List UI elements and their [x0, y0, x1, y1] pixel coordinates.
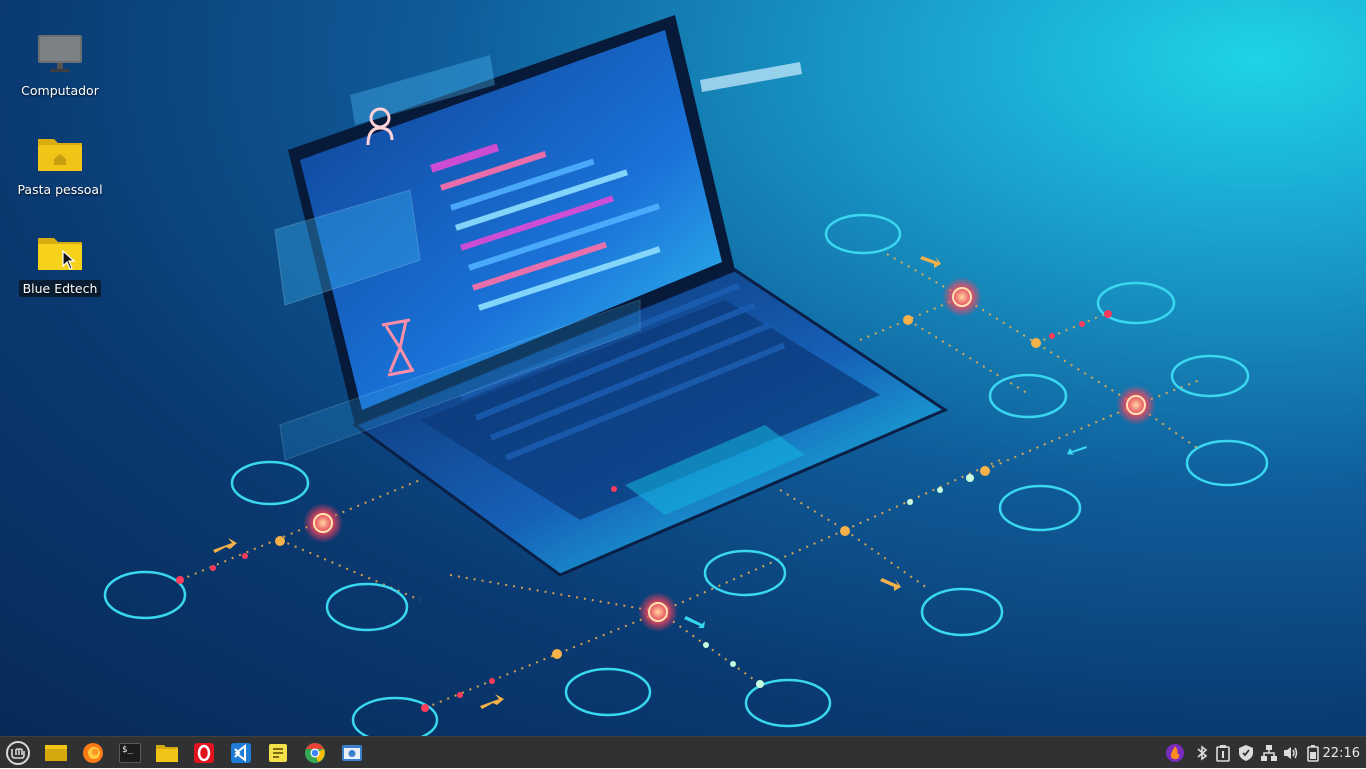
firefox-launcher[interactable]: [79, 740, 107, 766]
terminal-launcher[interactable]: $_: [116, 740, 144, 766]
terminal-icon: $_: [119, 743, 141, 763]
tray-flame-app[interactable]: [1164, 741, 1186, 765]
show-desktop-icon: [45, 745, 67, 761]
desktop-icon-computer[interactable]: Computador: [16, 30, 104, 99]
tray-security[interactable]: [1235, 741, 1257, 765]
file-manager-launcher[interactable]: [153, 740, 181, 766]
mouse-cursor-icon: [62, 250, 76, 270]
tray-volume[interactable]: [1280, 741, 1302, 765]
desktop[interactable]: Computador Pasta pessoal Blue Edtech: [0, 0, 1366, 736]
screenshot-launcher[interactable]: [338, 740, 366, 766]
file-manager-icon: [156, 745, 178, 762]
screenshot-icon: [342, 745, 362, 761]
clipboard-info-icon: [1216, 745, 1230, 762]
tray-clipboard[interactable]: [1212, 741, 1234, 765]
tray-bluetooth[interactable]: [1191, 741, 1213, 765]
menu-button[interactable]: [4, 740, 32, 766]
desktop-icon-label: Pasta pessoal: [17, 182, 103, 197]
clock[interactable]: 22:16: [1323, 737, 1360, 769]
taskbar: $_ 22:16: [0, 736, 1366, 768]
tray-network[interactable]: [1258, 741, 1280, 765]
sticky-notes-launcher[interactable]: [264, 740, 292, 766]
firefox-icon: [83, 743, 103, 763]
show-desktop-button[interactable]: [42, 740, 70, 766]
home-folder-icon: [36, 129, 84, 177]
linux-mint-menu-icon: [6, 741, 30, 765]
network-icon: [1261, 745, 1277, 761]
vscode-launcher[interactable]: [227, 740, 255, 766]
chrome-icon: [305, 743, 325, 763]
battery-icon: [1307, 745, 1319, 762]
chrome-launcher[interactable]: [301, 740, 329, 766]
desktop-icon-label: Blue Edtech: [18, 280, 102, 297]
tray-battery[interactable]: [1302, 741, 1324, 765]
vscode-icon: [231, 743, 251, 763]
wallpaper: [103, 15, 1269, 736]
opera-icon: [194, 743, 214, 763]
shield-icon: [1239, 745, 1253, 761]
opera-launcher[interactable]: [190, 740, 218, 766]
volume-icon: [1284, 747, 1298, 759]
flame-app-icon: [1166, 744, 1184, 762]
desktop-icon-home-folder[interactable]: Pasta pessoal: [16, 129, 104, 198]
folder-icon: [36, 228, 84, 276]
monitor-icon: [36, 30, 84, 78]
desktop-icon-label: Computador: [21, 83, 99, 98]
bluetooth-icon: [1197, 745, 1208, 761]
sticky-notes-icon: [269, 744, 287, 762]
desktop-icon-blue-edtech[interactable]: Blue Edtech: [16, 228, 104, 297]
